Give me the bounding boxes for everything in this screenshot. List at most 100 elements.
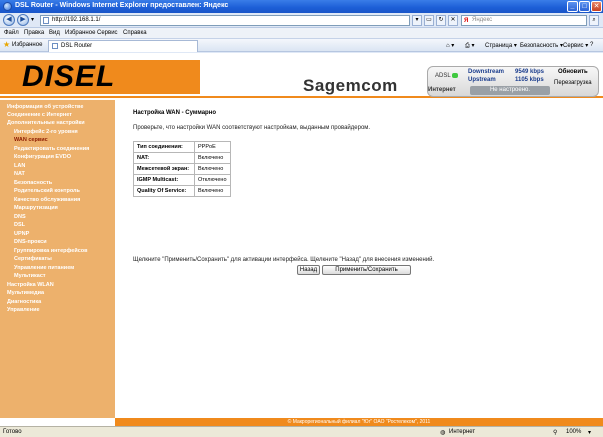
ie-icon (3, 2, 12, 11)
menu-tools[interactable]: Сервис (97, 30, 118, 36)
disel-logo: DISEL (22, 60, 116, 93)
sidebar-item-certificates[interactable]: Сертификаты (14, 256, 52, 263)
page-menu[interactable]: Страница ▾ (485, 42, 517, 49)
upstream-label: Upstream (468, 77, 496, 83)
address-dropdown-icon[interactable]: ▾ (412, 15, 422, 26)
sidebar-item-qos[interactable]: Качество обслуживания (14, 197, 80, 204)
menu-edit[interactable]: Правка (24, 30, 44, 36)
row-key: IGMP Multicast: (133, 174, 195, 186)
row-value: Отключено (194, 174, 231, 186)
yandex-icon: Я (464, 18, 469, 24)
row-key: NAT: (133, 152, 195, 164)
status-text: Готово (3, 429, 22, 435)
forward-arrow-icon[interactable]: ▶ (17, 14, 29, 26)
maximize-button[interactable]: □ (579, 1, 590, 12)
sidebar-item-upnp[interactable]: UPNP (14, 231, 29, 238)
refresh-link[interactable]: Обновить (558, 69, 588, 75)
internet-status: Не настроено. (470, 86, 550, 95)
sidebar-item-edit-connections[interactable]: Редактировать соединения (14, 146, 89, 153)
window-title: DSL Router - Windows Internet Explorer п… (15, 2, 229, 9)
tab-page-icon (52, 43, 58, 49)
sagemcom-logo: Sagemcom (303, 76, 398, 95)
page-content: DISEL Sagemcom ADSL Downstream 9549 kbps… (0, 53, 603, 426)
refresh-icon[interactable]: ↻ (436, 15, 446, 26)
menu-help[interactable]: Справка (123, 30, 147, 36)
help-icon[interactable]: ? (590, 42, 593, 48)
table-row: Межсетевой экран: Включено (133, 163, 231, 175)
sidebar-item-lan[interactable]: LAN (14, 163, 25, 170)
apply-save-button[interactable]: Применить/Сохранить (322, 265, 411, 275)
print-icon[interactable]: ⎙ ▾ (465, 42, 474, 50)
security-zone: Интернет (449, 429, 476, 435)
search-icon[interactable]: ⌕ (589, 15, 599, 26)
search-input[interactable]: Я Яндекс (461, 15, 587, 26)
menu-bar: Файл Правка Вид Избранное Сервис Справка (0, 28, 603, 39)
status-bar: Готово ◍ Интернет ⚲ 100% ▾ (0, 426, 603, 437)
row-value: Включено (194, 163, 231, 175)
tools-menu[interactable]: Сервис ▾ (563, 42, 588, 49)
back-arrow-icon[interactable]: ◀ (3, 14, 15, 26)
sidebar-item-layer2[interactable]: Интерфейс 2-го уровня (14, 129, 78, 136)
tab-dsl-router[interactable]: DSL Router (48, 40, 198, 52)
downstream-label: Downstream (468, 69, 505, 75)
sidebar-item-parental-control[interactable]: Родительский контроль (14, 188, 80, 195)
row-key: Тип соединения: (133, 141, 195, 153)
favorites-bar: ★ Избранное DSL Router ⌂ ▾ ⎙ ▾ Страница … (0, 39, 603, 52)
favorites-star-icon[interactable]: ★ (3, 41, 10, 49)
sidebar-item-routing[interactable]: Маршрутизация (14, 205, 58, 212)
history-dropdown-icon[interactable]: ▾ (31, 16, 34, 23)
row-key: Межсетевой экран: (133, 163, 195, 175)
sidebar-item-management[interactable]: Управление (7, 307, 40, 314)
zoom-icon[interactable]: ⚲ (553, 429, 557, 436)
table-row: NAT: Включено (133, 152, 231, 164)
compat-view-icon[interactable]: ▭ (424, 15, 434, 26)
favorites-label[interactable]: Избранное (12, 42, 42, 48)
sidebar-item-evdo[interactable]: Конфигурация EVDO (14, 154, 71, 161)
sidebar-item-dns[interactable]: DNS (14, 214, 26, 221)
menu-file[interactable]: Файл (4, 30, 19, 36)
sidebar-item-dns-proxy[interactable]: DNS-прокси (14, 239, 47, 246)
minimize-button[interactable]: _ (567, 1, 578, 12)
sidebar-item-nat[interactable]: NAT (14, 171, 25, 178)
menu-view[interactable]: Вид (49, 30, 60, 36)
sidebar-item-power-management[interactable]: Управление питанием (14, 265, 74, 272)
table-row: Тип соединения: PPPoE (133, 141, 231, 153)
sidebar-item-security[interactable]: Безопасность (14, 180, 52, 187)
wan-summary-table: Тип соединения: PPPoE NAT: Включено Межс… (133, 141, 231, 197)
close-button[interactable]: ✕ (591, 1, 602, 12)
table-row: Quality Of Service: Включено (133, 185, 231, 197)
security-menu[interactable]: Безопасность ▾ (520, 42, 563, 49)
connection-status-box: ADSL Downstream 9549 kbps Upstream 1105 … (427, 66, 599, 97)
back-button[interactable]: Назад (297, 265, 320, 275)
row-value: Включено (194, 152, 231, 164)
globe-icon: ◍ (440, 430, 446, 436)
row-value: Включено (194, 185, 231, 197)
downstream-value: 9549 kbps (515, 69, 545, 75)
menu-favorites[interactable]: Избранное (65, 30, 95, 36)
zoom-dropdown-icon[interactable]: ▾ (588, 429, 591, 436)
sidebar-item-device-info[interactable]: Информация об устройстве (7, 104, 83, 111)
sidebar-item-internet-connection[interactable]: Соединение с Интернет (7, 112, 72, 119)
sidebar-item-wan-service[interactable]: WAN сервис (14, 137, 48, 144)
internet-label: Интернет (428, 87, 456, 93)
window-title-bar: DSL Router - Windows Internet Explorer п… (0, 0, 603, 13)
sidebar-item-diagnostics[interactable]: Диагностика (7, 299, 41, 306)
sidebar-item-interface-grouping[interactable]: Группировка интерфейсов (14, 248, 88, 255)
reboot-link[interactable]: Перезагрузка (554, 80, 592, 86)
address-bar: ◀ ▶ ▾ http://192.168.1.1/ ▾ ▭ ↻ ✕ Я Янде… (0, 13, 603, 28)
stop-icon[interactable]: ✕ (448, 15, 458, 26)
tab-label: DSL Router (61, 43, 93, 49)
row-value: PPPoE (194, 141, 231, 153)
sidebar-item-multicast[interactable]: Мультикаст (14, 273, 46, 280)
sidebar-item-advanced[interactable]: Дополнительные настройки (7, 120, 85, 127)
home-icon[interactable]: ⌂ ▾ (446, 42, 454, 49)
sidebar-item-dsl[interactable]: DSL (14, 222, 25, 229)
zoom-level[interactable]: 100% (566, 429, 581, 435)
upstream-value: 1105 kbps (515, 77, 544, 83)
row-key: Quality Of Service: (133, 185, 195, 197)
sidebar-item-multimedia[interactable]: Мультимедиа (7, 290, 44, 297)
adsl-label: ADSL (435, 73, 451, 79)
url-input[interactable]: http://192.168.1.1/ (40, 15, 410, 26)
sidebar-item-wlan[interactable]: Настройка WLAN (7, 282, 54, 289)
table-row: IGMP Multicast: Отключено (133, 174, 231, 186)
